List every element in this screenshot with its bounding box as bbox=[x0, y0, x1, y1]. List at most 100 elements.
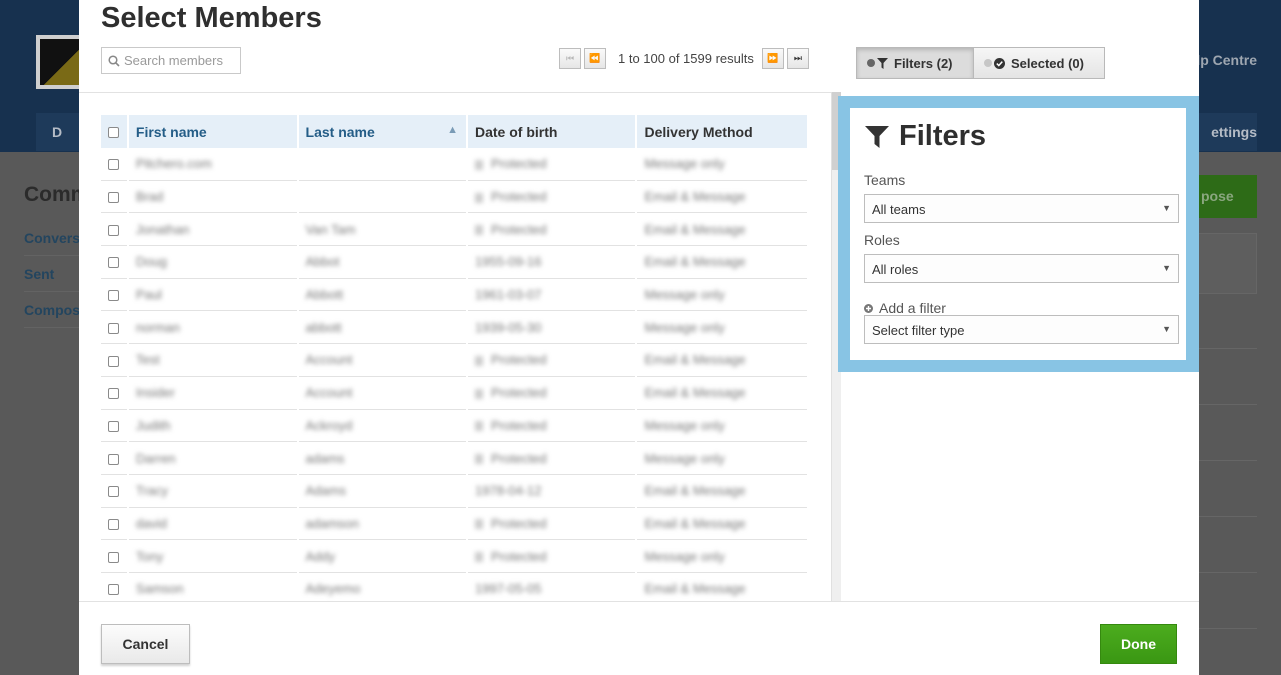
first-name-cell-text: Tracy bbox=[135, 483, 168, 499]
last-name-cell: Adams bbox=[298, 475, 466, 508]
header-divider bbox=[79, 92, 831, 93]
cancel-button[interactable]: Cancel bbox=[101, 624, 190, 664]
last-name-cell: Ackroyd bbox=[298, 410, 466, 443]
first-name-cell: Jonathan bbox=[128, 213, 297, 247]
row-checkbox[interactable] bbox=[108, 224, 120, 236]
row-checkbox[interactable] bbox=[108, 159, 120, 171]
teams-select[interactable]: All teams ▼ bbox=[864, 194, 1179, 223]
last-name-cell-text: Adeyemo bbox=[305, 581, 361, 597]
date-of-birth-cell: Protected bbox=[468, 181, 636, 214]
table-row[interactable]: Doug Abbot 1955-09-16 Email & Message bbox=[101, 246, 807, 279]
row-checkbox-cell bbox=[101, 508, 127, 541]
row-checkbox[interactable] bbox=[108, 551, 120, 563]
pagination-text: 1 to 100 of 1599 results bbox=[618, 50, 754, 66]
row-checkbox[interactable] bbox=[108, 192, 120, 204]
date-of-birth-cell-text: Protected bbox=[491, 548, 547, 564]
date-of-birth-cell: Protected bbox=[468, 148, 636, 181]
roles-select-value: All roles bbox=[872, 262, 919, 277]
column-first-name[interactable]: First name bbox=[128, 115, 297, 148]
row-checkbox[interactable] bbox=[108, 290, 120, 302]
date-of-birth-cell: 1939-05-30 bbox=[468, 311, 636, 345]
search-input[interactable]: Search members bbox=[101, 47, 241, 74]
filter-icon bbox=[865, 125, 889, 148]
table-row[interactable]: Tracy Adams 1978-04-12 Email & Message bbox=[101, 475, 807, 508]
table-row[interactable]: Pitchero.com Protected Message only bbox=[101, 148, 807, 181]
selected-tab-label: Selected (0) bbox=[1011, 55, 1084, 71]
delivery-method-cell-text: Message only bbox=[644, 319, 725, 335]
date-of-birth-cell: Protected bbox=[468, 442, 636, 475]
check-circle-icon bbox=[994, 57, 1005, 69]
last-name-cell-text: abbott bbox=[305, 319, 342, 335]
last-name-cell-text: Account bbox=[305, 385, 353, 401]
first-page-button[interactable]: ⏮ bbox=[559, 47, 581, 69]
date-of-birth-cell-text: Protected bbox=[491, 221, 547, 237]
table-row[interactable]: Darren adams Protected Message only bbox=[101, 442, 807, 475]
date-of-birth-cell: Protected bbox=[468, 508, 636, 541]
date-of-birth-cell-text: 1997-05-05 bbox=[475, 581, 542, 597]
table-row[interactable]: Test Account Protected Email & Message bbox=[101, 344, 807, 377]
date-of-birth-cell-text: Protected bbox=[491, 352, 547, 368]
row-checkbox[interactable] bbox=[108, 486, 120, 498]
table-row[interactable]: Tony Addy Protected Message only bbox=[101, 540, 807, 573]
date-of-birth-cell: 1955-09-16 bbox=[468, 246, 636, 279]
delivery-method-cell: Email & Message bbox=[637, 475, 807, 508]
selected-tab[interactable]: Selected (0) bbox=[974, 48, 1104, 78]
first-name-cell-text: Tony bbox=[135, 548, 164, 564]
filters-tab[interactable]: Filters (2) bbox=[857, 48, 974, 78]
date-of-birth-cell-text: Protected bbox=[491, 385, 547, 401]
row-checkbox[interactable] bbox=[108, 355, 120, 367]
date-of-birth-cell-text: 1961-03-07 bbox=[475, 287, 542, 303]
date-of-birth-cell-text: Protected bbox=[491, 156, 547, 172]
delivery-method-cell: Email & Message bbox=[637, 246, 807, 279]
lock-icon bbox=[475, 225, 483, 236]
column-date-of-birth[interactable]: Date of birth bbox=[468, 115, 636, 148]
roles-select[interactable]: All roles ▼ bbox=[864, 254, 1179, 283]
table-row[interactable]: david adamson Protected Email & Message bbox=[101, 508, 807, 541]
filter-type-select[interactable]: Select filter type ▼ bbox=[864, 315, 1179, 344]
first-name-cell: Pitchero.com bbox=[128, 148, 297, 181]
table-row[interactable]: Paul Abbott 1961-03-07 Message only bbox=[101, 279, 807, 312]
row-checkbox-cell bbox=[101, 181, 127, 214]
row-checkbox[interactable] bbox=[108, 584, 120, 596]
table-row[interactable]: Judith Ackroyd Protected Message only bbox=[101, 410, 807, 443]
delivery-method-cell: Message only bbox=[637, 540, 807, 573]
prev-page-button[interactable]: ⏪ bbox=[584, 47, 606, 69]
filter-icon bbox=[877, 57, 888, 69]
row-checkbox[interactable] bbox=[108, 257, 120, 269]
delivery-method-cell-text: Message only bbox=[644, 156, 725, 172]
lock-icon bbox=[475, 192, 483, 203]
row-checkbox-cell bbox=[101, 213, 127, 247]
table-row[interactable]: Jonathan Van Tam Protected Email & Message bbox=[101, 213, 807, 247]
table-row[interactable]: Brad Protected Email & Message bbox=[101, 181, 807, 214]
chevron-down-icon: ▼ bbox=[1162, 324, 1171, 334]
last-page-button[interactable]: ⏭ bbox=[786, 47, 809, 69]
row-checkbox[interactable] bbox=[108, 518, 120, 530]
table-row[interactable]: Samson Adeyemo 1997-05-05 Email & Message bbox=[101, 573, 807, 601]
table-row[interactable]: Insider Account Protected Email & Message bbox=[101, 377, 807, 410]
delivery-method-cell: Email & Message bbox=[637, 181, 807, 214]
select-all-checkbox[interactable] bbox=[108, 127, 120, 139]
lock-icon bbox=[475, 356, 483, 367]
row-checkbox[interactable] bbox=[108, 420, 120, 432]
table-row[interactable]: norman abbott 1939-05-30 Message only bbox=[101, 311, 807, 345]
row-checkbox-cell bbox=[101, 344, 127, 377]
column-delivery-method[interactable]: Delivery Method bbox=[637, 115, 807, 148]
date-of-birth-cell: Protected bbox=[468, 213, 636, 247]
table-header-row: First name Last name ▲ Date of birth Deli… bbox=[101, 115, 807, 148]
sort-ascending-icon: ▲ bbox=[447, 123, 458, 136]
delivery-method-cell: Message only bbox=[637, 148, 807, 181]
row-checkbox[interactable] bbox=[108, 453, 120, 465]
row-checkbox[interactable] bbox=[108, 388, 120, 400]
last-name-cell-text: Abbot bbox=[305, 254, 340, 270]
date-of-birth-cell-text: 1939-05-30 bbox=[475, 319, 542, 335]
last-name-cell: adamson bbox=[298, 508, 466, 541]
done-button[interactable]: Done bbox=[1100, 624, 1177, 664]
column-last-name[interactable]: Last name ▲ bbox=[298, 115, 466, 148]
last-name-cell bbox=[298, 148, 466, 181]
members-table: First name Last name ▲ Date of birth Deli… bbox=[101, 115, 809, 601]
select-all-cell bbox=[101, 115, 127, 148]
next-page-button[interactable]: ⏩ bbox=[761, 47, 784, 69]
row-checkbox[interactable] bbox=[108, 322, 120, 334]
first-name-cell-text: Darren bbox=[135, 450, 176, 466]
row-checkbox-cell bbox=[101, 410, 127, 443]
